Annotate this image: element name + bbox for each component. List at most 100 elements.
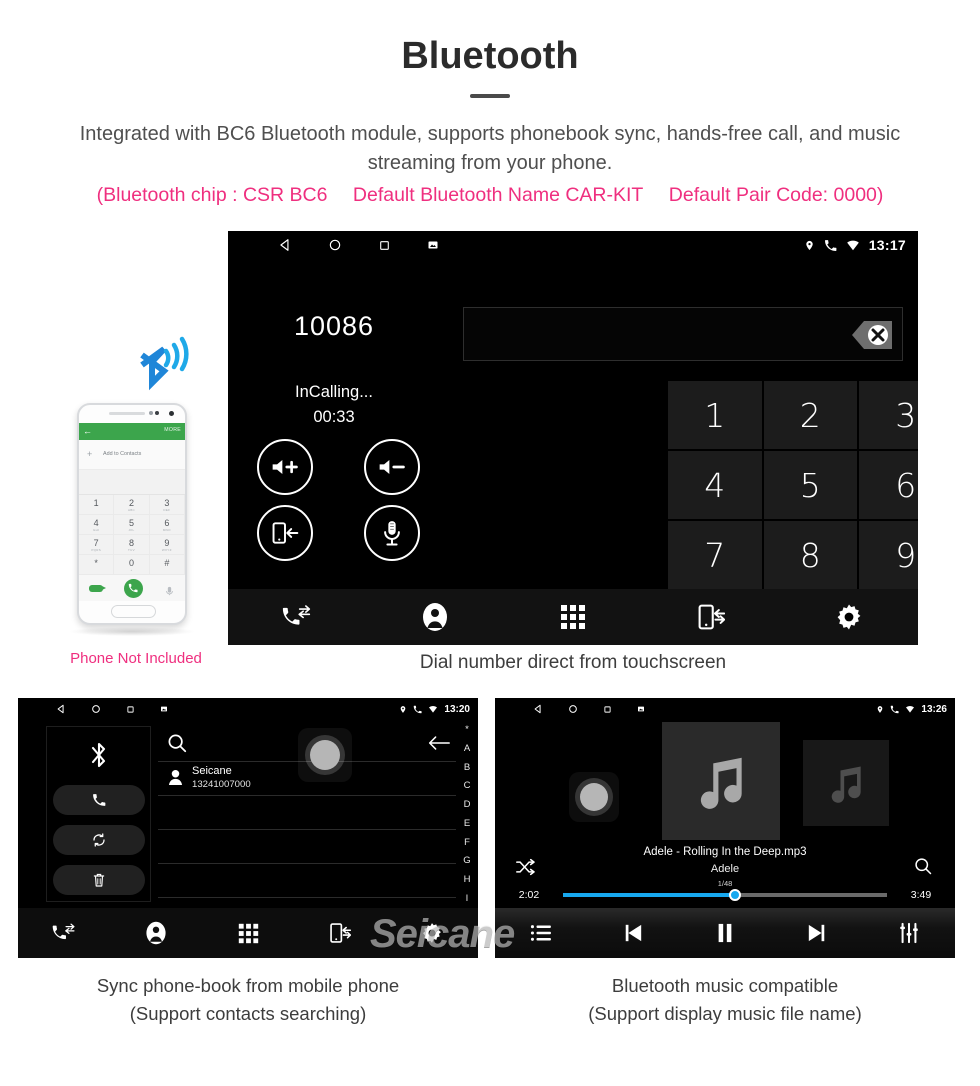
call-state-label: InCalling... — [295, 383, 373, 401]
phonebook-call-button[interactable] — [52, 785, 145, 815]
phone-key-sub: GHI — [93, 528, 100, 532]
number-input-field[interactable] — [463, 307, 903, 361]
alpha-index-item[interactable]: B — [464, 762, 470, 773]
alpha-index-item[interactable]: H — [464, 874, 471, 885]
home-icon[interactable] — [568, 704, 578, 714]
phone-key-digit: 7 — [93, 538, 99, 548]
phone-key: 8 TUV — [114, 535, 150, 555]
keypad-key-2[interactable]: 2 — [763, 381, 857, 449]
keypad-key-9[interactable]: 9 — [859, 521, 918, 589]
nav-contacts-icon[interactable] — [120, 911, 192, 955]
dialer-keypad: 1 2 3 * 4 5 6 0 7 8 9 # — [668, 381, 918, 589]
alpha-index-item[interactable]: D — [464, 799, 471, 810]
seek-bar-knob[interactable] — [728, 889, 741, 901]
home-icon[interactable] — [328, 238, 342, 252]
transfer-to-phone-button[interactable] — [256, 505, 313, 561]
phone-key-digit: 2 — [128, 498, 134, 508]
phonebook-clock: 13:20 — [444, 703, 470, 715]
back-icon[interactable] — [533, 704, 543, 714]
phone-key-digit: * — [94, 558, 98, 568]
seek-bar[interactable] — [563, 889, 887, 901]
nav-equalizer-icon[interactable] — [873, 911, 945, 955]
screenshot-icon[interactable] — [637, 705, 645, 713]
nav-playlist-icon[interactable] — [505, 911, 577, 955]
microphone-icon[interactable] — [363, 505, 420, 561]
phone-key-digit: 5 — [128, 518, 134, 528]
phonebook-side-actions — [46, 726, 151, 902]
contact-list-item[interactable]: Seicane 13241007000 — [158, 762, 456, 796]
music-caption: Bluetooth music compatible (Support disp… — [495, 972, 955, 1028]
backspace-delete-icon[interactable] — [832, 317, 894, 353]
phonebook-back-arrow-icon[interactable] — [428, 735, 450, 756]
phone-key: 6 MNO — [149, 515, 185, 535]
recents-icon[interactable] — [126, 705, 135, 714]
phone-key-digit: 3 — [164, 498, 170, 508]
nav-settings-icon[interactable] — [813, 595, 885, 639]
nav-pause-icon[interactable] — [689, 911, 761, 955]
nav-phone-sync-icon[interactable] — [675, 595, 747, 639]
keypad-key-7[interactable]: 7 — [668, 521, 762, 589]
location-icon — [804, 239, 815, 252]
phone-key-sub: PQRS — [91, 548, 102, 552]
recents-icon[interactable] — [378, 239, 391, 252]
phonebook-delete-button[interactable] — [52, 865, 145, 895]
album-art-next[interactable] — [803, 740, 889, 826]
phone-icon — [890, 705, 900, 714]
nav-call-history-icon[interactable] — [261, 595, 333, 639]
phonebook-status-nav — [56, 698, 168, 720]
phone-device: ← MORE + Add to Contacts 1 2 ABC 3 DEF 4 GH… — [77, 403, 187, 625]
alpha-index-item[interactable]: * — [465, 724, 469, 735]
nav-previous-icon[interactable] — [597, 911, 669, 955]
bluetooth-icon — [88, 735, 110, 775]
phone-key: * — [79, 555, 115, 575]
status-bar-clock: 13:17 — [868, 237, 906, 253]
alpha-index-item[interactable]: C — [464, 780, 471, 791]
home-icon[interactable] — [91, 704, 101, 714]
phone-not-included-note: Phone Not Included — [70, 650, 202, 667]
track-title: Adele - Rolling In the Deep.mp3 — [643, 846, 807, 858]
back-icon[interactable] — [278, 238, 292, 252]
phone-keypad: 1 2 ABC 3 DEF 4 GHI 5 JKL 6 MNO 7 PQRS 8 TUV 9W… — [79, 495, 185, 575]
alpha-index-item[interactable]: A — [464, 743, 470, 754]
keypad-key-6[interactable]: 6 — [859, 451, 918, 519]
track-position-count: 1/48 — [717, 879, 733, 888]
wifi-icon — [846, 239, 860, 251]
recents-icon[interactable] — [603, 705, 612, 714]
phone-key-sub: WXYZ — [161, 548, 172, 552]
keypad-key-1[interactable]: 1 — [668, 381, 762, 449]
back-icon[interactable] — [56, 704, 66, 714]
screenshot-icon[interactable] — [427, 239, 439, 251]
phonebook-sync-button[interactable] — [52, 825, 145, 855]
alpha-index-item[interactable]: E — [464, 818, 470, 829]
volume-up-button[interactable] — [256, 439, 313, 495]
phone-number-field — [79, 470, 185, 495]
nav-call-history-icon[interactable] — [28, 911, 100, 955]
album-art-current[interactable] — [662, 722, 780, 840]
alpha-index-item[interactable]: I — [466, 893, 469, 904]
nav-settings-icon[interactable] — [396, 911, 468, 955]
android-status-bar: 13:17 — [228, 231, 918, 259]
nav-phone-sync-icon[interactable] — [304, 911, 376, 955]
phone-key-digit: 8 — [128, 538, 134, 548]
alphabet-index[interactable]: * A B C D E F G H I — [459, 724, 475, 904]
phonebook-search-bar[interactable] — [158, 726, 456, 782]
search-icon[interactable] — [166, 732, 188, 759]
keypad-key-3[interactable]: 3 — [859, 381, 918, 449]
keypad-key-4[interactable]: 4 — [668, 451, 762, 519]
keypad-key-5[interactable]: 5 — [763, 451, 857, 519]
volume-down-button[interactable] — [363, 439, 420, 495]
alpha-index-item[interactable]: F — [464, 837, 470, 848]
call-status-block: InCalling... 00:33 — [228, 383, 440, 427]
keypad-key-8[interactable]: 8 — [763, 521, 857, 589]
wifi-icon — [428, 705, 438, 713]
nav-next-icon[interactable] — [781, 911, 853, 955]
screenshot-icon[interactable] — [160, 705, 168, 713]
phone-key: 7 PQRS — [79, 535, 115, 555]
spec-name: Default Bluetooth Name CAR-KIT — [352, 183, 644, 206]
call-timer: 00:33 — [313, 408, 355, 426]
nav-keypad-icon[interactable] — [212, 911, 284, 955]
nav-keypad-icon[interactable] — [537, 595, 609, 639]
nav-contacts-icon[interactable] — [399, 595, 471, 639]
alpha-index-item[interactable]: G — [463, 855, 470, 866]
status-bar-nav-icons — [278, 231, 439, 259]
